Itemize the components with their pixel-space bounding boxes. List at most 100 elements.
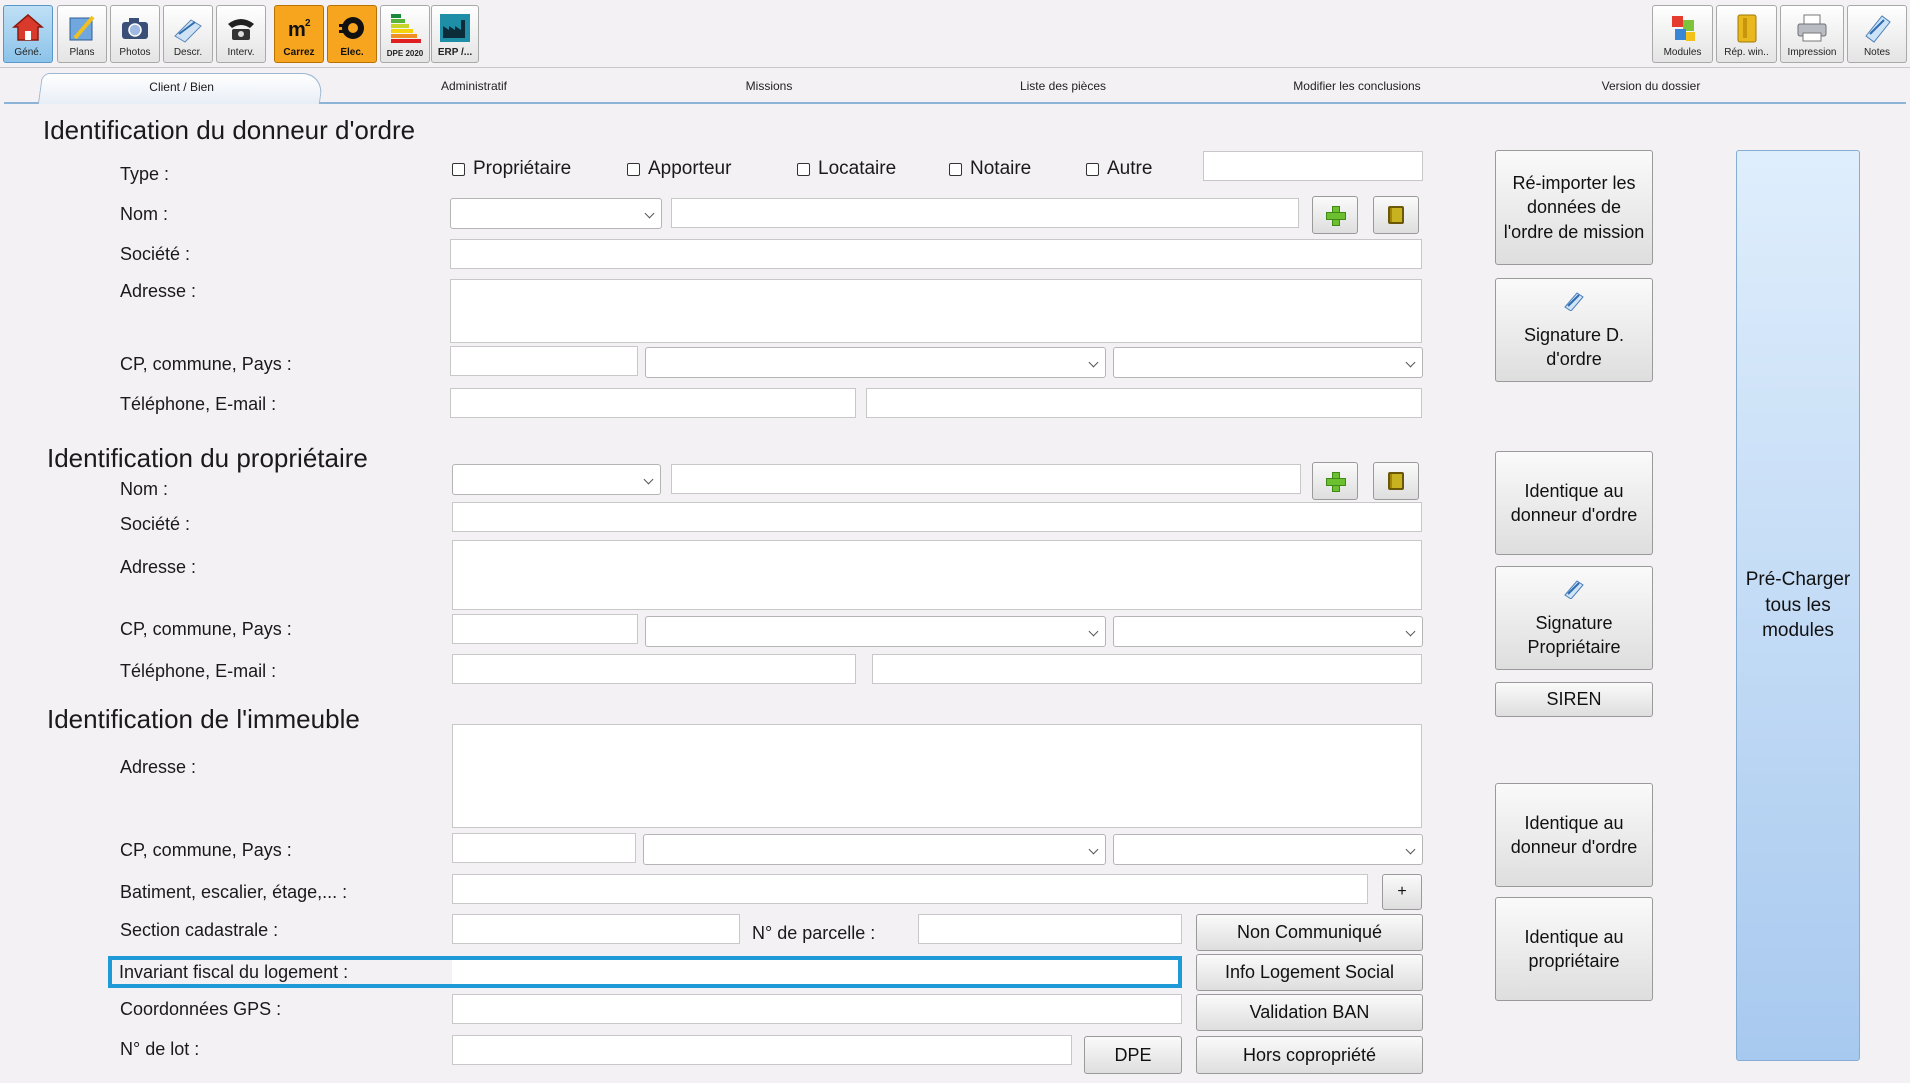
checkbox-proprietaire[interactable]: Propriétaire <box>452 158 571 180</box>
lot-input[interactable] <box>452 1035 1072 1065</box>
reimport-ordre-button[interactable]: Ré-importer les données de l'ordre de mi… <box>1495 150 1653 265</box>
checkbox-label: Autre <box>1107 158 1153 179</box>
section-title-immeuble: Identification de l'immeuble <box>47 704 360 734</box>
tab-liste-des-pieces[interactable]: Liste des pièces <box>943 79 1183 93</box>
toolbar-modules-button[interactable]: Modules <box>1652 5 1713 63</box>
plug-icon <box>339 17 364 39</box>
proprietaire-nom-input[interactable] <box>671 464 1301 494</box>
donneur-email-input[interactable] <box>866 388 1422 418</box>
donneur-nom-input[interactable] <box>671 198 1299 228</box>
validation-ban-button[interactable]: Validation BAN <box>1196 994 1423 1031</box>
donneur-societe-input[interactable] <box>450 239 1422 269</box>
siren-button[interactable]: SIREN <box>1495 682 1653 717</box>
donneur-adresse-input[interactable] <box>450 279 1422 343</box>
checkbox-label: Apporteur <box>648 158 732 179</box>
parcelle-label: N° de parcelle : <box>752 923 876 943</box>
toolbar-notes-button[interactable]: Notes <box>1847 5 1907 63</box>
gps-label: Coordonnées GPS : <box>120 999 282 1019</box>
parcelle-input[interactable] <box>918 914 1182 944</box>
info-logement-social-button[interactable]: Info Logement Social <box>1196 954 1423 991</box>
identique-proprietaire-button[interactable]: Identique au propriétaire <box>1495 897 1653 1001</box>
adresse-label: Adresse : <box>120 557 197 577</box>
proprietaire-pays-select[interactable] <box>1113 616 1423 647</box>
proprietaire-telephone-input[interactable] <box>452 654 856 684</box>
toolbar-carrez-button[interactable]: m 2 Carrez <box>274 5 324 63</box>
batiment-add-button[interactable]: + <box>1382 874 1422 910</box>
checkbox-notaire[interactable]: Notaire <box>949 158 1031 180</box>
toolbar-erp-button[interactable]: ERP /... <box>431 5 479 63</box>
donneur-cp-input[interactable] <box>450 346 638 376</box>
toolbar-gene-button[interactable]: Géné. <box>3 5 53 63</box>
checkbox-locataire[interactable]: Locataire <box>797 158 896 180</box>
tab-version-dossier[interactable]: Version du dossier <box>1531 79 1771 93</box>
tab-modifier-conclusions[interactable]: Modifier les conclusions <box>1237 79 1477 93</box>
hors-copropriete-button[interactable]: Hors copropriété <box>1196 1036 1423 1074</box>
plus-icon <box>1325 471 1346 492</box>
tab-missions[interactable]: Missions <box>649 79 889 93</box>
societe-label: Société : <box>120 514 191 534</box>
signature-donneur-label: Signature D. d'ordre <box>1523 324 1625 369</box>
tab-administratif[interactable]: Administratif <box>354 79 594 93</box>
toolbar-descr-label: Descr. <box>173 47 203 58</box>
identique-donneur-button-2[interactable]: Identique au donneur d'ordre <box>1495 783 1653 887</box>
proprietaire-societe-input[interactable] <box>452 502 1422 532</box>
proprietaire-email-input[interactable] <box>872 654 1422 684</box>
puzzle-icon <box>1671 16 1695 41</box>
invariant-fiscal-label: Invariant fiscal du logement : <box>119 962 349 982</box>
donneur-civilite-select[interactable] <box>450 198 662 229</box>
section-cadastrale-label: Section cadastrale : <box>120 920 279 940</box>
non-communique-button[interactable]: Non Communiqué <box>1196 914 1423 951</box>
checkbox-autre[interactable]: Autre <box>1086 158 1152 180</box>
proprietaire-cp-input[interactable] <box>452 614 638 644</box>
invariant-fiscal-input[interactable] <box>452 960 1178 984</box>
notepad-icon <box>1865 15 1891 43</box>
signature-proprietaire-label: Signature Propriétaire <box>1527 612 1621 657</box>
proprietaire-adresse-input[interactable] <box>452 540 1422 610</box>
checkbox-apporteur[interactable]: Apporteur <box>627 158 731 180</box>
proprietaire-add-button[interactable] <box>1312 462 1358 500</box>
identique-donneur-button-1[interactable]: Identique au donneur d'ordre <box>1495 451 1653 555</box>
signature-proprietaire-button[interactable]: Signature Propriétaire <box>1495 566 1653 670</box>
checkbox-box <box>949 162 962 176</box>
toolbar-interv-button[interactable]: Interv. <box>216 5 266 63</box>
toolbar-descr-button[interactable]: Descr. <box>163 5 213 63</box>
checkbox-box <box>452 162 465 176</box>
immeuble-cp-input[interactable] <box>452 833 636 863</box>
toolbar-impression-button[interactable]: Impression <box>1780 5 1844 63</box>
precharger-modules-button[interactable]: Pré-Charger tous les modules <box>1736 150 1860 1061</box>
toolbar-plans-button[interactable]: Plans <box>57 5 107 63</box>
toolbar-rep-button[interactable]: Rép. win.. <box>1716 5 1777 63</box>
cp-label: CP, commune, Pays : <box>120 619 292 639</box>
tab-client-bien[interactable]: Client / Bien <box>37 73 325 104</box>
toolbar-carrez-label: Carrez <box>283 47 315 58</box>
donneur-add-button[interactable] <box>1312 196 1358 234</box>
donneur-pays-select[interactable] <box>1113 347 1423 378</box>
toolbar-photos-button[interactable]: Photos <box>110 5 160 63</box>
toolbar-rep-label: Rép. win.. <box>1724 47 1769 58</box>
type-label: Type : <box>120 164 170 184</box>
batiment-label: Batiment, escalier, étage,... : <box>120 882 348 902</box>
toolbar-dpe-button[interactable]: DPE 2020 <box>380 5 430 63</box>
proprietaire-address-book-button[interactable] <box>1373 462 1419 500</box>
type-autre-input[interactable] <box>1203 151 1423 181</box>
dpe-button[interactable]: DPE <box>1084 1036 1182 1074</box>
camera-icon <box>122 18 148 39</box>
nom-label: Nom : <box>120 479 169 499</box>
pencil-blueprint-icon <box>69 15 95 41</box>
gps-input[interactable] <box>452 994 1182 1024</box>
signature-donneur-button[interactable]: Signature D. d'ordre <box>1495 278 1653 382</box>
cp-label: CP, commune, Pays : <box>120 840 292 860</box>
donneur-telephone-input[interactable] <box>450 388 856 418</box>
toolbar-elec-button[interactable]: Élec. <box>327 5 377 63</box>
immeuble-adresse-input[interactable] <box>452 724 1422 828</box>
proprietaire-civilite-select[interactable] <box>452 464 661 495</box>
section-cadastrale-input[interactable] <box>452 914 740 944</box>
donneur-commune-select[interactable] <box>645 347 1106 378</box>
m2-icon: m 2 <box>284 15 314 41</box>
donneur-address-book-button[interactable] <box>1373 196 1419 234</box>
immeuble-pays-select[interactable] <box>1113 834 1423 865</box>
immeuble-commune-select[interactable] <box>643 834 1106 865</box>
immeuble-batiment-input[interactable] <box>452 874 1368 904</box>
printer-icon <box>1797 14 1827 42</box>
proprietaire-commune-select[interactable] <box>645 616 1106 647</box>
